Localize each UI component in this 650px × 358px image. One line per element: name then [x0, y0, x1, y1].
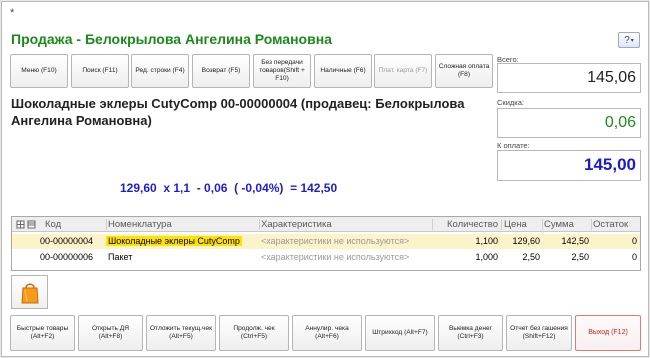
column-name[interactable]: Номенклатура: [108, 217, 258, 232]
cash-withdrawal-button[interactable]: Выемка денег (Ctrl+F3): [438, 315, 503, 351]
column-divider: [591, 219, 592, 230]
column-price[interactable]: Цена: [504, 217, 542, 232]
calculation-line: 129,60 x 1,1 - 0,06 ( -0,04%) = 142,50: [120, 181, 338, 195]
column-quantity[interactable]: Количество: [431, 217, 498, 232]
quick-goods-button[interactable]: Быстрые товары (Alt+F2): [10, 315, 75, 351]
row-name: Пакет: [108, 252, 133, 262]
column-code[interactable]: Код: [45, 217, 105, 232]
row-sum: 142,50: [561, 236, 589, 246]
row-price: 129,60: [512, 236, 540, 246]
row-quantity: 1,000: [475, 252, 498, 262]
row-rest: 0: [631, 252, 637, 262]
card-payment-button[interactable]: Плат. карта (F7): [374, 54, 432, 88]
column-characteristic[interactable]: Характеристика: [261, 217, 431, 232]
help-icon: ?: [624, 34, 630, 46]
column-rest[interactable]: Остаток: [593, 217, 639, 232]
table-header: Код Номенклатура Характеристика Количест…: [12, 217, 640, 232]
menu-button[interactable]: Меню (F10): [10, 54, 68, 88]
row-quantity: 1,100: [475, 236, 498, 246]
column-sum[interactable]: Сумма: [544, 217, 589, 232]
column-divider: [542, 219, 543, 230]
row-sum: 2,50: [571, 252, 589, 262]
row-name: Шоколадные эклеры CutyComp: [106, 236, 242, 246]
cancel-receipt-button[interactable]: Аннулир. чека (Alt+F6): [292, 315, 362, 351]
goods-table: Код Номенклатура Характеристика Количест…: [11, 216, 641, 271]
postpone-receipt-button[interactable]: Отложить текущ.чек (Alt+F5): [146, 315, 216, 351]
modified-marker: *: [10, 7, 15, 19]
no-transfer-button[interactable]: Без передачи товаров(Shift + F10): [253, 54, 311, 88]
complex-payment-button[interactable]: Сложная оплата (F8): [435, 54, 493, 88]
open-cash-drawer-button[interactable]: Открыть ДЯ (Alt+F8): [78, 315, 143, 351]
current-item-title: Шоколадные эклеры CutyComp 00-00000004 (…: [11, 96, 465, 128]
x-report-button[interactable]: Отчет без гашения (Shift+F12): [506, 315, 572, 351]
window-title: Продажа - Белокрылова Ангелина Романовна: [11, 31, 332, 47]
barcode-button[interactable]: Штрихкод (Alt+F7): [365, 315, 435, 351]
cash-button[interactable]: Наличные (F6): [314, 54, 372, 88]
column-divider: [432, 219, 433, 230]
package-quick-item[interactable]: [11, 275, 48, 309]
to-pay-label: К оплате:: [497, 141, 530, 150]
row-code: 00-00000004: [40, 236, 94, 246]
total-value: 145,06: [497, 63, 641, 93]
help-button[interactable]: ? ▾: [618, 32, 640, 48]
table-row[interactable]: 00-00000006 Пакет <характеристики не исп…: [12, 250, 640, 265]
grid-settings-icon[interactable]: [14, 217, 40, 232]
sale-window: * Продажа - Белокрылова Ангелина Романов…: [1, 1, 649, 357]
to-pay-value: 145,00: [497, 150, 641, 181]
row-rest: 0: [631, 236, 637, 246]
chevron-down-icon: ▾: [630, 37, 634, 44]
column-divider: [259, 219, 260, 230]
search-button[interactable]: Поиск (F11): [71, 54, 129, 88]
edit-line-button[interactable]: Ред. строки (F4): [131, 54, 189, 88]
continue-receipt-button[interactable]: Продолж. чек (Ctrl+F5): [219, 315, 289, 351]
column-divider: [501, 219, 502, 230]
column-divider: [106, 219, 107, 230]
table-row[interactable]: 00-00000004 Шоколадные эклеры CutyComp <…: [12, 234, 640, 249]
exit-button[interactable]: Выход (F12): [575, 315, 641, 351]
shopping-bag-icon: [20, 283, 39, 304]
discount-label: Скидка:: [497, 98, 524, 107]
discount-value: 0,06: [497, 108, 641, 138]
row-price: 2,50: [522, 252, 540, 262]
return-button[interactable]: Возврат (F5): [192, 54, 250, 88]
row-characteristic: <характеристики не используются>: [261, 236, 410, 246]
row-characteristic: <характеристики не используются>: [261, 252, 410, 262]
row-code: 00-00000006: [40, 252, 94, 262]
